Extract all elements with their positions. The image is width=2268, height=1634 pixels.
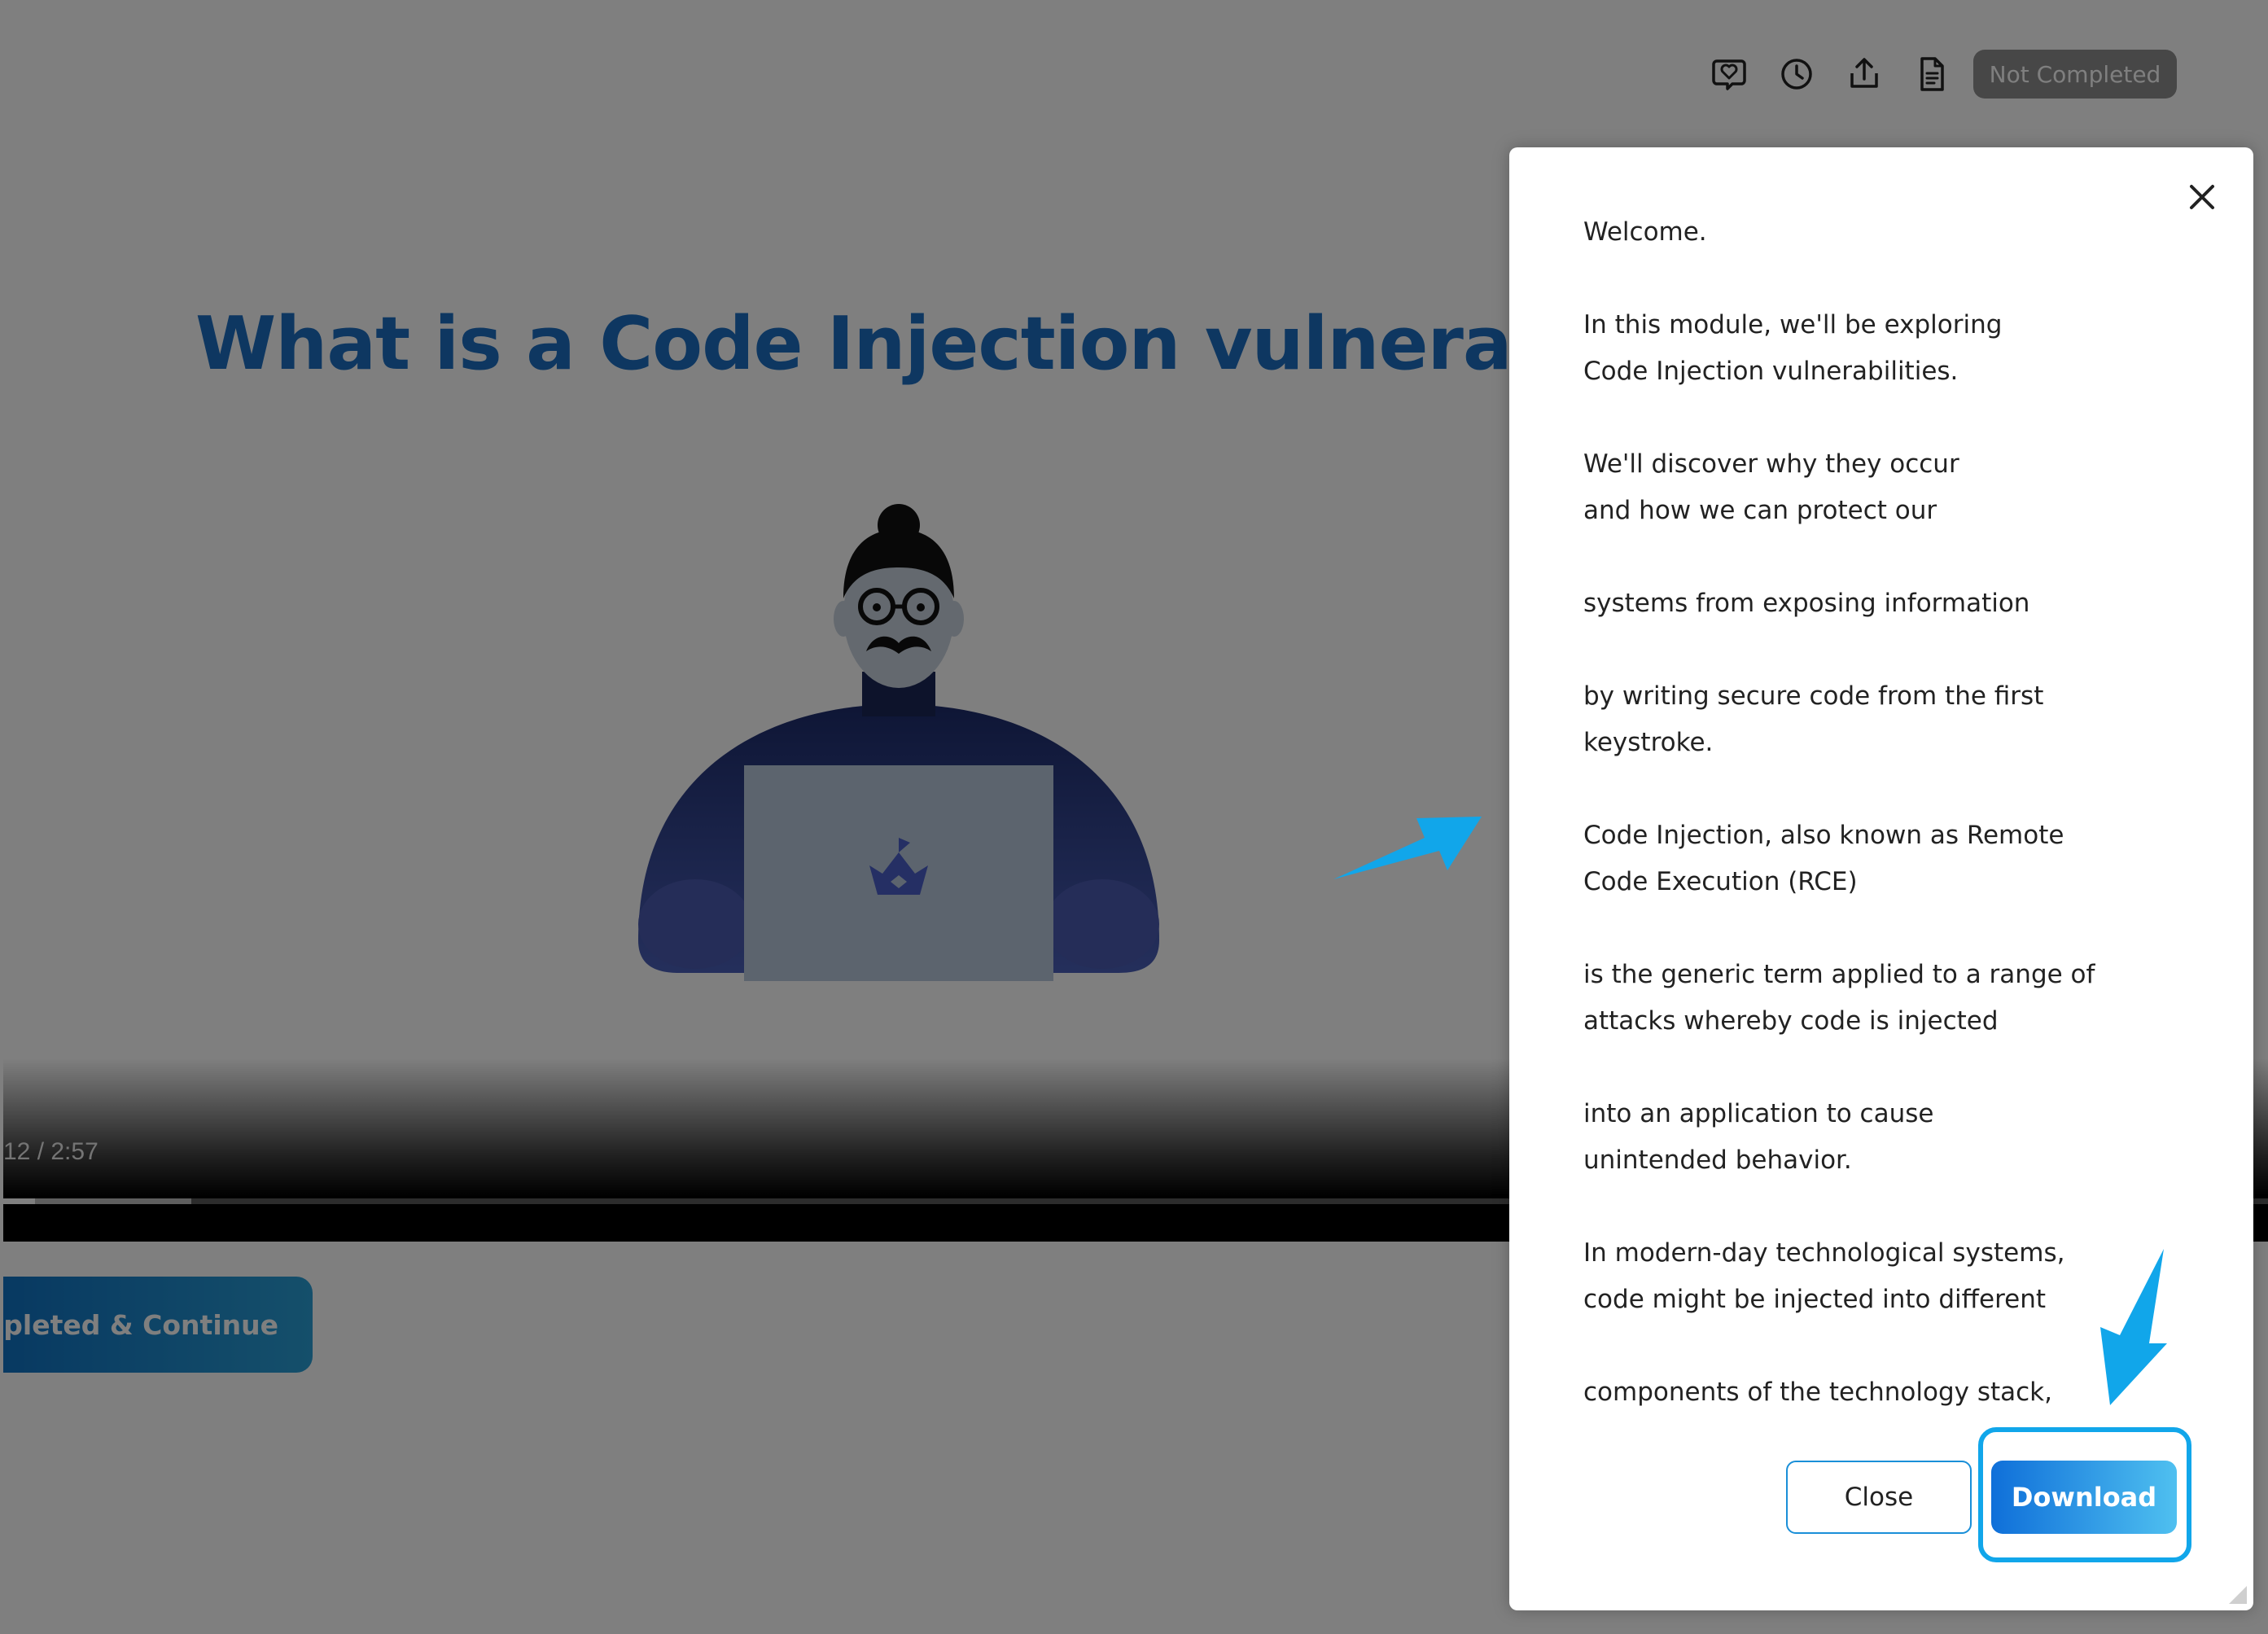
close-icon-glyph bbox=[2190, 185, 2214, 209]
transcript-paragraph: In modern-day technological systems, code… bbox=[1583, 1230, 2169, 1323]
transcript-paragraph: by writing secure code from the first key… bbox=[1583, 673, 2169, 766]
transcript-paragraph: Code Injection, also known as Remote Code… bbox=[1583, 813, 2169, 905]
transcript-paragraph: We'll discover why they occur and how we … bbox=[1583, 441, 2169, 534]
close-button[interactable]: Close bbox=[1786, 1461, 1972, 1534]
transcript-line: and how we can protect our bbox=[1583, 496, 1937, 525]
transcript-paragraph: systems from exposing information bbox=[1583, 580, 2169, 627]
transcript-line: In this module, we'll be exploring bbox=[1583, 310, 2003, 340]
transcript-line: Welcome. bbox=[1583, 217, 1707, 247]
close-icon[interactable] bbox=[2183, 178, 2221, 216]
transcript-line: by writing secure code from the first bbox=[1583, 681, 2044, 711]
transcript-line: code might be injected into different bbox=[1583, 1285, 2047, 1314]
transcript-line: In modern-day technological systems, bbox=[1583, 1238, 2065, 1268]
transcript-paragraph: In this module, we'll be exploring Code I… bbox=[1583, 302, 2169, 395]
transcript-paragraph: into an application to cause unintended b… bbox=[1583, 1091, 2169, 1184]
transcript-line: Code Injection vulnerabilities. bbox=[1583, 357, 1959, 386]
resize-handle-icon[interactable] bbox=[2226, 1583, 2248, 1606]
transcript-line: is the generic term applied to a range o… bbox=[1583, 960, 2095, 989]
transcript-line: systems from exposing information bbox=[1583, 589, 2030, 618]
annotation-arrow-right-icon bbox=[1333, 817, 1482, 879]
transcript-line: Code Injection, also known as Remote bbox=[1583, 821, 2064, 850]
transcript-line: into an application to cause bbox=[1583, 1099, 1934, 1128]
transcript-paragraph: components of the technology stack, bbox=[1583, 1369, 2169, 1416]
transcript-paragraph: is the generic term applied to a range o… bbox=[1583, 952, 2169, 1045]
annotation-arrow-down-icon bbox=[2100, 1249, 2167, 1405]
download-highlight-box bbox=[1978, 1427, 2191, 1562]
transcript-line: keystroke. bbox=[1583, 728, 1714, 757]
transcript-line: unintended behavior. bbox=[1583, 1146, 1852, 1175]
transcript-line: attacks whereby code is injected bbox=[1583, 1006, 1999, 1036]
screen: Not Completed What is a Code Injection v… bbox=[0, 0, 2268, 1634]
transcript-line: Code Execution (RCE) bbox=[1583, 867, 1858, 896]
transcript-line: components of the technology stack, bbox=[1583, 1378, 2052, 1407]
transcript-line: We'll discover why they occur bbox=[1583, 449, 1959, 479]
transcript-text: Welcome. In this module, we'll be explori… bbox=[1583, 209, 2169, 1470]
transcript-paragraph: Welcome. bbox=[1583, 209, 2169, 256]
